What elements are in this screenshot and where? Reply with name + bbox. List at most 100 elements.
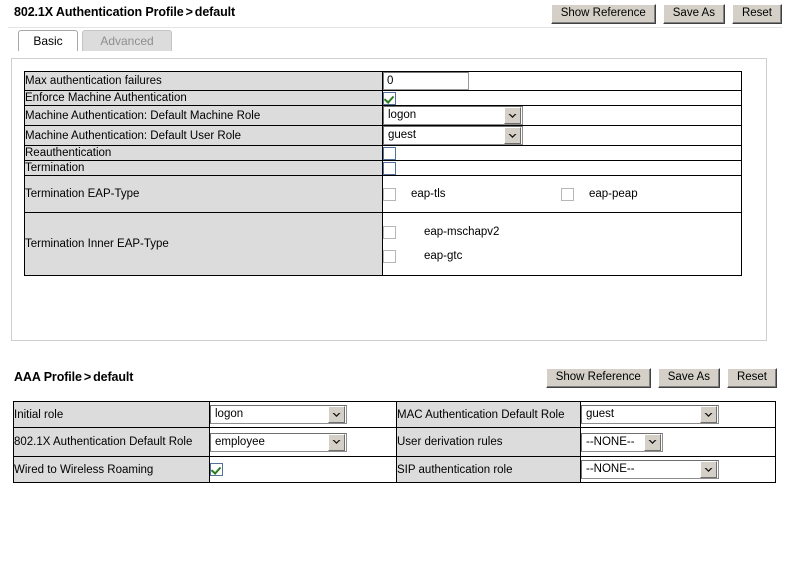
initial-role-select[interactable]: logon (210, 405, 347, 424)
dot1x-reset-button[interactable]: Reset (732, 4, 782, 24)
enforce-machine-auth-checkbox[interactable] (383, 92, 396, 105)
default-user-role-select[interactable]: guest (383, 126, 523, 145)
dot1x-auth-default-role-select[interactable]: employee (210, 433, 347, 452)
chevron-down-icon (700, 461, 717, 478)
eap-peap-checkbox[interactable] (561, 188, 574, 201)
aaa-section-header: AAA Profile>default Show Reference Save … (0, 360, 790, 390)
chevron-down-icon (700, 406, 717, 423)
aaa-action-buttons: Show Reference Save As Reset (546, 368, 777, 388)
default-machine-role-value: logon (388, 107, 504, 124)
aaa-page-title: AAA Profile>default (14, 370, 133, 384)
cell-dot1x-auth-default-role: employee (210, 428, 397, 457)
tab-basic[interactable]: Basic (18, 30, 78, 51)
mac-auth-default-role-select[interactable]: guest (581, 405, 719, 424)
eap-peap-label: eap-peap (589, 187, 638, 201)
eap-mschapv2-option[interactable]: eap-mschapv2 (383, 220, 741, 244)
label-max-auth-failures: Max authentication failures (25, 72, 383, 91)
eap-tls-checkbox-wrap (383, 188, 397, 201)
cell-user-derivation-rules: --NONE-- (581, 428, 776, 457)
table-row: 802.1X Authentication Default Role emplo… (14, 428, 776, 457)
user-derivation-rules-select[interactable]: --NONE-- (581, 433, 663, 452)
aaa-title-main: AAA Profile (14, 370, 82, 384)
tab-basic-label: Basic (33, 34, 62, 48)
aaa-title-separator: > (82, 370, 93, 384)
eap-tls-checkbox[interactable] (383, 188, 396, 201)
dot1x-save-as-button[interactable]: Save As (663, 4, 725, 24)
cell-reauthentication (383, 146, 742, 161)
cell-enforce-machine-auth (383, 91, 742, 106)
eap-tls-label: eap-tls (411, 187, 446, 201)
chevron-down-icon (328, 434, 345, 451)
chevron-down-icon (328, 406, 345, 423)
eap-mschapv2-label: eap-mschapv2 (424, 225, 499, 239)
cell-default-machine-role: logon (383, 106, 742, 126)
sip-auth-role-value: --NONE-- (586, 461, 700, 478)
eap-peap-option[interactable]: eap-peap (561, 182, 638, 206)
label-initial-role: Initial role (14, 402, 210, 428)
table-row: Max authentication failures (25, 72, 742, 91)
chevron-down-icon (504, 127, 521, 144)
user-derivation-rules-value: --NONE-- (586, 434, 644, 451)
reauthentication-checkbox[interactable] (383, 147, 396, 160)
eap-gtc-option[interactable]: eap-gtc (383, 244, 741, 268)
dot1x-action-buttons: Show Reference Save As Reset (551, 4, 782, 24)
tab-advanced-label: Advanced (100, 34, 153, 48)
dot1x-panel: Max authentication failures Enforce Mach… (11, 58, 767, 341)
dot1x-title-main: 802.1X Authentication Profile (14, 5, 184, 19)
eap-mschapv2-checkbox[interactable] (383, 226, 396, 239)
eap-gtc-label: eap-gtc (424, 249, 462, 263)
wired-to-wireless-roaming-checkbox[interactable] (210, 463, 223, 476)
dot1x-title-sub: default (195, 5, 235, 19)
tab-advanced[interactable]: Advanced (82, 30, 172, 51)
dot1x-section-header: 802.1X Authentication Profile>default Sh… (0, 0, 790, 30)
label-default-user-role: Machine Authentication: Default User Rol… (25, 126, 383, 146)
default-machine-role-select[interactable]: logon (383, 106, 523, 125)
label-reauthentication: Reauthentication (25, 146, 383, 161)
label-termination: Termination (25, 161, 383, 176)
dot1x-auth-default-role-value: employee (215, 434, 328, 451)
eap-mschapv2-checkbox-wrap (383, 226, 397, 239)
label-enforce-machine-auth: Enforce Machine Authentication (25, 91, 383, 106)
label-wired-to-wireless-roaming: Wired to Wireless Roaming (14, 457, 210, 483)
eap-gtc-checkbox[interactable] (383, 250, 396, 263)
cell-initial-role: logon (210, 402, 397, 428)
cell-termination-eap-type: eap-tls eap-peap (383, 176, 742, 213)
cell-wired-to-wireless-roaming (210, 457, 397, 483)
eap-peap-checkbox-wrap (561, 188, 575, 201)
table-row: Initial role logon MAC Authentication De… (14, 402, 776, 428)
table-row: Reauthentication (25, 146, 742, 161)
aaa-reset-button[interactable]: Reset (727, 368, 777, 388)
dot1x-settings-table: Max authentication failures Enforce Mach… (24, 71, 742, 276)
max-auth-failures-input[interactable] (383, 72, 469, 90)
table-row: Enforce Machine Authentication (25, 91, 742, 106)
table-row: Machine Authentication: Default User Rol… (25, 126, 742, 146)
label-default-machine-role: Machine Authentication: Default Machine … (25, 106, 383, 126)
aaa-show-reference-button[interactable]: Show Reference (546, 368, 651, 388)
cell-mac-auth-default-role: guest (581, 402, 776, 428)
label-dot1x-auth-default-role: 802.1X Authentication Default Role (14, 428, 210, 457)
aaa-settings-table: Initial role logon MAC Authentication De… (13, 401, 776, 483)
initial-role-value: logon (215, 406, 328, 423)
cell-termination-inner-eap-type: eap-mschapv2 eap-gtc (383, 213, 742, 276)
sip-auth-role-select[interactable]: --NONE-- (581, 460, 719, 479)
cell-sip-auth-role: --NONE-- (581, 457, 776, 483)
label-user-derivation-rules: User derivation rules (397, 428, 581, 457)
table-row: Termination EAP-Type eap-tls (25, 176, 742, 213)
dot1x-show-reference-button[interactable]: Show Reference (551, 4, 656, 24)
table-row: Termination (25, 161, 742, 176)
chevron-down-icon (504, 107, 521, 124)
termination-checkbox[interactable] (383, 162, 396, 175)
label-mac-auth-default-role: MAC Authentication Default Role (397, 402, 581, 428)
label-sip-auth-role: SIP authentication role (397, 457, 581, 483)
table-row: Termination Inner EAP-Type eap-mschapv2 … (25, 213, 742, 276)
label-termination-inner-eap-type: Termination Inner EAP-Type (25, 213, 383, 276)
cell-max-auth-failures (383, 72, 742, 91)
mac-auth-default-role-value: guest (586, 406, 700, 423)
eap-gtc-checkbox-wrap (383, 250, 397, 263)
eap-tls-option[interactable]: eap-tls (383, 182, 561, 206)
cell-default-user-role: guest (383, 126, 742, 146)
cell-termination (383, 161, 742, 176)
dot1x-tab-bar: Basic Advanced (18, 30, 790, 52)
aaa-save-as-button[interactable]: Save As (658, 368, 720, 388)
table-row: Machine Authentication: Default Machine … (25, 106, 742, 126)
